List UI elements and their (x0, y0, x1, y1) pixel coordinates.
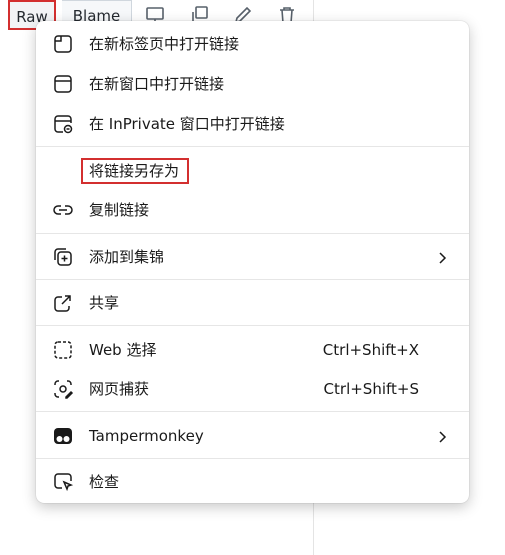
web-capture-icon (52, 378, 74, 400)
menu-label: 添加到集锦 (89, 248, 165, 266)
link-icon (52, 199, 74, 221)
menu-separator (36, 325, 469, 326)
chevron-right-icon (435, 429, 449, 443)
menu-item-share[interactable]: 共享 (36, 285, 469, 321)
collections-add-icon (52, 246, 74, 268)
context-menu: 在新标签页中打开链接 在新窗口中打开链接 在 InPrivate 窗口中打开链接… (36, 21, 469, 503)
web-select-icon (52, 339, 74, 361)
tampermonkey-icon (52, 425, 74, 447)
menu-separator (36, 233, 469, 234)
shortcut-label: Ctrl+Shift+S (323, 380, 419, 398)
menu-separator (36, 146, 469, 147)
menu-label: Web 选择 (89, 341, 157, 359)
menu-label: 网页捕获 (89, 380, 150, 398)
menu-label: 在新标签页中打开链接 (89, 35, 240, 53)
menu-item-open-new-tab[interactable]: 在新标签页中打开链接 (36, 26, 469, 62)
menu-item-open-inprivate[interactable]: 在 InPrivate 窗口中打开链接 (36, 106, 469, 142)
menu-separator (36, 279, 469, 280)
menu-label: 检查 (89, 473, 120, 491)
new-tab-icon (52, 33, 74, 55)
menu-item-web-select[interactable]: Web 选择 Ctrl+Shift+X (36, 332, 469, 368)
inspect-icon (52, 471, 74, 493)
share-icon (52, 292, 74, 314)
menu-item-web-capture[interactable]: 网页捕获 Ctrl+Shift+S (36, 371, 469, 407)
menu-separator (36, 458, 469, 459)
menu-separator (36, 411, 469, 412)
shortcut-label: Ctrl+Shift+X (322, 341, 419, 359)
menu-item-add-to-collections[interactable]: 添加到集锦 (36, 239, 469, 275)
menu-label: 复制链接 (89, 201, 150, 219)
menu-label: 在新窗口中打开链接 (89, 75, 225, 93)
menu-item-open-new-window[interactable]: 在新窗口中打开链接 (36, 66, 469, 102)
chevron-right-icon (435, 250, 449, 264)
highlight-box (81, 158, 189, 184)
new-window-icon (52, 73, 74, 95)
menu-label: 共享 (89, 294, 120, 312)
inprivate-window-icon (52, 113, 74, 135)
menu-item-copy-link[interactable]: 复制链接 (36, 192, 469, 228)
menu-item-tampermonkey[interactable]: Tampermonkey (36, 418, 469, 454)
menu-item-inspect[interactable]: 检查 (36, 464, 469, 500)
menu-label: 在 InPrivate 窗口中打开链接 (89, 115, 285, 133)
menu-label: Tampermonkey (89, 427, 204, 445)
